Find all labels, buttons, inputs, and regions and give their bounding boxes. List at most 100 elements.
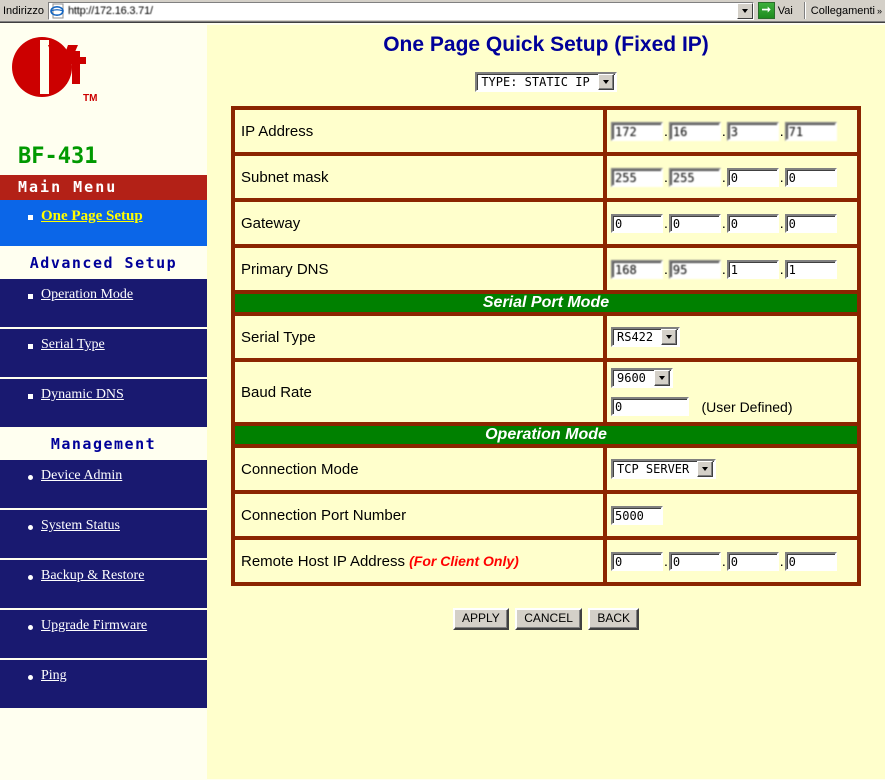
baud-rate-value: 9600 0 (User Defined): [605, 360, 859, 424]
sidebar-item-label[interactable]: Backup & Restore: [41, 568, 144, 584]
section-header-operation-mode: Operation Mode: [233, 424, 859, 446]
sidebar-item-label[interactable]: One Page Setup: [41, 208, 143, 224]
primary-dns-octet-1[interactable]: 168: [611, 259, 663, 279]
ip-type-select-value: TYPE: STATIC IP: [481, 75, 590, 89]
remote-host-note: (For Client Only): [409, 552, 519, 569]
row-label-remote-host: Remote Host IP Address (For Client Only): [233, 538, 605, 584]
primary-dns-octet-2[interactable]: 95: [668, 259, 721, 279]
row-label: Gateway: [233, 200, 605, 246]
sidebar-item-dynamic-dns[interactable]: Dynamic DNS: [0, 379, 207, 429]
ip-address-octet-3[interactable]: 3: [726, 121, 779, 141]
serial-type-select[interactable]: RS422: [611, 327, 681, 347]
table-row-serial-port-mode-header: Serial Port Mode: [233, 292, 859, 314]
chevron-down-icon[interactable]: [661, 329, 678, 345]
connection-port-input[interactable]: 5000: [611, 505, 663, 525]
primary-dns-octet-3[interactable]: 1: [726, 259, 779, 279]
double-chevron-right-icon[interactable]: »: [877, 6, 885, 16]
sidebar-item-label[interactable]: Serial Type: [41, 337, 105, 353]
bullet-square-icon: [28, 294, 33, 299]
row-label: IP Address: [233, 108, 605, 154]
ip-address-octet-2[interactable]: 16: [668, 121, 721, 141]
table-row-primary-dns: Primary DNS 168. 95. 1. 1: [233, 246, 859, 292]
row-label: Serial Type: [233, 314, 605, 360]
serial-type-select-value: RS422: [617, 330, 654, 344]
gateway-octet-2[interactable]: 0: [668, 213, 721, 233]
chevron-down-icon[interactable]: [597, 74, 614, 90]
address-input[interactable]: http://172.16.3.71/: [68, 5, 737, 17]
gateway-octet-3[interactable]: 0: [726, 213, 779, 233]
connection-mode-value: TCP SERVER: [605, 446, 859, 492]
subnet-mask-octet-3[interactable]: 0: [726, 167, 779, 187]
table-row-baud-rate: Baud Rate 9600 0 (User Defined): [233, 360, 859, 424]
sidebar-item-system-status[interactable]: System Status: [0, 510, 207, 560]
toolbar-divider: [803, 2, 806, 19]
sidebar-item-upgrade-firmware[interactable]: Upgrade Firmware: [0, 610, 207, 660]
sidebar-item-operation-mode[interactable]: Operation Mode: [0, 279, 207, 329]
subnet-mask-octet-4[interactable]: 0: [784, 167, 837, 187]
sidebar-item-device-admin[interactable]: Device Admin: [0, 460, 207, 510]
settings-table: IP Address 172. 16. 3. 71 Subnet mask 255. 2…: [231, 106, 861, 586]
address-history-dropdown-button[interactable]: [736, 2, 753, 19]
table-row-subnet-mask: Subnet mask 255. 255. 0. 0: [233, 154, 859, 200]
ip-address-octets: 172. 16. 3. 71: [605, 108, 859, 154]
address-bar-label: Indirizzo: [3, 4, 44, 17]
go-button-label: Vai: [777, 4, 793, 17]
table-row-connection-mode: Connection Mode TCP SERVER: [233, 446, 859, 492]
baud-rate-user-defined-row: 0 (User Defined): [611, 397, 857, 416]
baud-rate-select-row: 9600: [611, 368, 857, 388]
sidebar-item-backup-restore[interactable]: Backup & Restore: [0, 560, 207, 610]
sidebar-item-label[interactable]: Upgrade Firmware: [41, 618, 147, 634]
row-label: Connection Port Number: [233, 492, 605, 538]
table-row-remote-host-ip: Remote Host IP Address (For Client Only)…: [233, 538, 859, 584]
links-bar-label[interactable]: Collegamenti: [811, 5, 877, 17]
bullet-dot-icon: [28, 625, 33, 630]
baud-rate-user-defined-input[interactable]: 0: [611, 397, 689, 416]
ip-type-select[interactable]: TYPE: STATIC IP: [475, 72, 617, 92]
remote-host-octets: 0.0.0.0: [605, 538, 859, 584]
subnet-mask-octet-1[interactable]: 255: [611, 167, 663, 187]
remote-host-octet-1[interactable]: 0: [611, 551, 663, 571]
back-button[interactable]: BACK: [588, 608, 640, 630]
sidebar-item-label[interactable]: Dynamic DNS: [41, 387, 124, 403]
primary-dns-octet-4[interactable]: 1: [784, 259, 837, 279]
connection-mode-select[interactable]: TCP SERVER: [611, 459, 717, 479]
remote-host-label-text: Remote Host IP Address: [241, 552, 405, 570]
chevron-down-icon[interactable]: [697, 461, 714, 477]
row-label: Primary DNS: [233, 246, 605, 292]
gateway-octets: 0.0.0.0: [605, 200, 859, 246]
brand-logo-area: TM: [0, 25, 207, 143]
apply-button[interactable]: APPLY: [452, 608, 509, 630]
ip-address-octet-4[interactable]: 71: [784, 121, 837, 141]
bullet-dot-icon: [28, 575, 33, 580]
sidebar-item-one-page-setup[interactable]: One Page Setup: [0, 200, 207, 248]
table-row-ip-address: IP Address 172. 16. 3. 71: [233, 108, 859, 154]
remote-host-octet-2[interactable]: 0: [668, 551, 721, 571]
ie-page-icon: [50, 3, 66, 19]
gateway-octet-4[interactable]: 0: [784, 213, 837, 233]
remote-host-octet-3[interactable]: 0: [726, 551, 779, 571]
sidebar-item-label[interactable]: Operation Mode: [41, 287, 133, 303]
sidebar-section-management: Management: [0, 429, 207, 460]
table-row-operation-mode-header: Operation Mode: [233, 424, 859, 446]
table-row-gateway: Gateway 0.0.0.0: [233, 200, 859, 246]
remote-host-octet-4[interactable]: 0: [784, 551, 837, 571]
sidebar-item-label[interactable]: Device Admin: [41, 468, 122, 484]
baud-rate-select[interactable]: 9600: [611, 368, 673, 388]
section-header-serial-port-mode: Serial Port Mode: [233, 292, 859, 314]
green-arrow-right-icon: ➞: [757, 2, 775, 19]
sidebar-item-serial-type[interactable]: Serial Type: [0, 329, 207, 379]
sidebar-item-label[interactable]: Ping: [41, 668, 67, 684]
sidebar-section-main-menu: Main Menu: [0, 175, 207, 200]
ip-address-octet-1[interactable]: 172: [611, 121, 663, 141]
sidebar-item-label[interactable]: System Status: [41, 518, 120, 534]
connection-port-value: 5000: [605, 492, 859, 538]
go-button[interactable]: ➞ Vai: [754, 2, 799, 19]
gateway-octet-1[interactable]: 0: [611, 213, 663, 233]
row-label: Subnet mask: [233, 154, 605, 200]
chevron-down-icon[interactable]: [653, 370, 670, 386]
sidebar-item-ping[interactable]: Ping: [0, 660, 207, 710]
address-input-container[interactable]: http://172.16.3.71/: [47, 1, 754, 20]
bullet-square-icon: [28, 344, 33, 349]
cancel-button[interactable]: CANCEL: [515, 608, 582, 630]
subnet-mask-octet-2[interactable]: 255: [668, 167, 721, 187]
